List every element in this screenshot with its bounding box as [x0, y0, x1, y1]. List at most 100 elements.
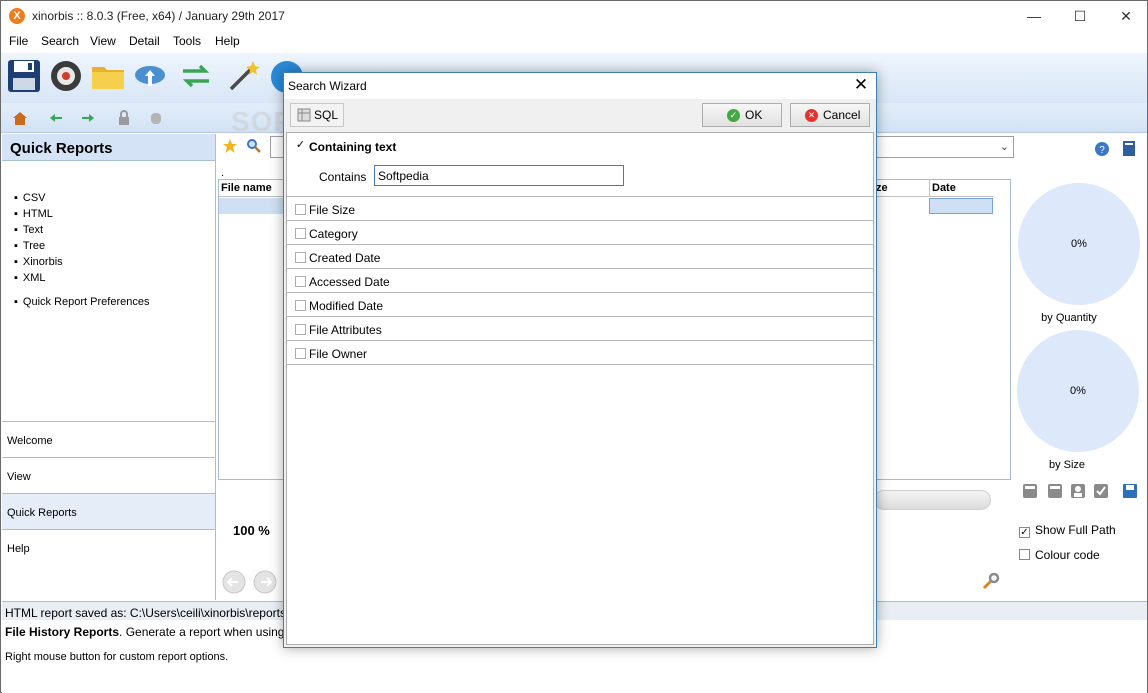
wrench-icon[interactable]	[982, 572, 1000, 590]
criteria-created-date[interactable]: Created Date	[287, 245, 873, 269]
ok-check-icon: ✓	[727, 109, 740, 122]
accessed-date-label: Accessed Date	[309, 275, 390, 289]
quantity-pie-chart: 0%	[1018, 183, 1140, 305]
containing-text-section: ✓ Containing text Contains	[287, 133, 873, 197]
file-attributes-checkbox[interactable]	[295, 324, 306, 335]
menu-detail[interactable]: Detail	[129, 34, 160, 48]
status-history-title: File History Reports	[5, 625, 120, 639]
quick-report-csv[interactable]: CSV	[14, 192, 63, 208]
containing-text-checkbox[interactable]: ✓	[295, 140, 306, 152]
accessed-date-checkbox[interactable]	[295, 276, 306, 287]
colour-code-label: Colour code	[1035, 548, 1100, 562]
status-report-saved: HTML report saved as: C:\Users\ceili\xin…	[5, 606, 285, 620]
help-circle-icon[interactable]: ?	[1094, 141, 1110, 157]
criteria-modified-date[interactable]: Modified Date	[287, 293, 873, 317]
quick-report-text[interactable]: Text	[14, 224, 63, 240]
file-attributes-label: File Attributes	[309, 323, 382, 337]
quick-report-html[interactable]: HTML	[14, 208, 63, 224]
window-title: xinorbis :: 8.0.3 (Free, x64) / January …	[32, 9, 285, 23]
menu-help[interactable]: Help	[215, 34, 240, 48]
quantity-pie-caption: by Quantity	[1041, 312, 1097, 324]
menu-file[interactable]: File	[9, 34, 28, 48]
modified-date-label: Modified Date	[309, 299, 384, 313]
file-size-label: File Size	[309, 203, 356, 217]
app-logo-icon: X	[9, 8, 25, 24]
scan-icon[interactable]	[48, 58, 84, 94]
folder-icon[interactable]	[90, 58, 126, 94]
menu-view[interactable]: View	[90, 34, 116, 48]
sql-button[interactable]: SQL	[290, 103, 344, 127]
cancel-x-icon: ✕	[805, 109, 818, 122]
show-full-path-label: Show Full Path	[1035, 523, 1116, 537]
calculator-icon[interactable]	[1022, 483, 1038, 499]
search-wizard-dialog: Search Wizard ✕ SQL ✓ OK ✕ Cancel ✓ Cont…	[283, 72, 877, 648]
star-icon[interactable]	[222, 138, 238, 154]
close-window-button[interactable]: ✕	[1103, 1, 1148, 31]
dialog-title: Search Wizard	[288, 79, 367, 93]
created-date-checkbox[interactable]	[295, 252, 306, 263]
grid-icon[interactable]	[1047, 483, 1063, 499]
table-row-date-cell[interactable]	[929, 198, 993, 214]
column-header-date[interactable]: Date	[929, 180, 993, 197]
dialog-close-icon[interactable]: ✕	[852, 76, 870, 94]
magnifier-icon[interactable]	[246, 138, 262, 154]
modified-date-checkbox[interactable]	[295, 300, 306, 311]
file-size-checkbox[interactable]	[295, 204, 306, 215]
criteria-file-owner[interactable]: File Owner	[287, 341, 873, 365]
colour-code-option[interactable]: Colour code	[1019, 548, 1100, 562]
file-owner-checkbox[interactable]	[295, 348, 306, 359]
cloud-upload-icon[interactable]	[132, 58, 168, 94]
quick-report-tree[interactable]: Tree	[14, 240, 63, 256]
dialog-title-bar: Search Wizard ✕	[284, 73, 876, 99]
show-full-path-option[interactable]: ✓ Show Full Path	[1019, 523, 1116, 538]
sync-icon[interactable]	[178, 58, 214, 94]
maximize-button[interactable]: ☐	[1057, 1, 1103, 31]
user-icon[interactable]	[1070, 483, 1086, 499]
nav-help[interactable]: Help	[2, 529, 215, 565]
svg-text:?: ?	[1099, 145, 1105, 156]
menu-search[interactable]: Search	[41, 34, 79, 48]
chevron-down-icon[interactable]: ⌄	[1000, 140, 1009, 153]
criteria-accessed-date[interactable]: Accessed Date	[287, 269, 873, 293]
category-label: Category	[309, 227, 358, 241]
menu-tools[interactable]: Tools	[173, 34, 201, 48]
ok-button[interactable]: ✓ OK	[702, 103, 782, 127]
status-history-text: . Generate a report when using Fol	[119, 625, 285, 639]
disk-save-icon[interactable]	[1122, 483, 1138, 499]
home-icon[interactable]	[12, 110, 28, 126]
nav-welcome[interactable]: Welcome	[2, 421, 215, 457]
magic-wand-icon[interactable]	[225, 58, 261, 94]
title-bar: X xinorbis :: 8.0.3 (Free, x64) / Januar…	[1, 1, 1147, 32]
show-full-path-checkbox[interactable]: ✓	[1019, 527, 1030, 538]
cancel-button[interactable]: ✕ Cancel	[790, 103, 870, 127]
quick-report-preferences[interactable]: Quick Report Preferences	[14, 296, 150, 308]
book-icon[interactable]	[1122, 140, 1136, 157]
minimize-button[interactable]: —	[1011, 1, 1057, 31]
criteria-category[interactable]: Category	[287, 221, 873, 245]
app-window: X xinorbis :: 8.0.3 (Free, x64) / Januar…	[0, 0, 1148, 693]
checkmark-icon[interactable]	[1093, 483, 1109, 499]
criteria-file-attributes[interactable]: File Attributes	[287, 317, 873, 341]
lock-icon[interactable]	[116, 110, 132, 126]
size-pie-caption: by Size	[1048, 459, 1086, 471]
forward-arrow-icon[interactable]	[80, 110, 96, 126]
file-owner-label: File Owner	[309, 347, 368, 361]
database-icon[interactable]	[148, 110, 164, 126]
back-arrow-icon[interactable]	[48, 110, 64, 126]
category-checkbox[interactable]	[295, 228, 306, 239]
created-date-label: Created Date	[309, 251, 381, 265]
ok-label: OK	[745, 108, 763, 122]
criteria-file-size[interactable]: File Size	[287, 197, 873, 221]
contains-input[interactable]	[374, 165, 624, 186]
progress-bar	[874, 490, 991, 510]
quick-report-xml[interactable]: XML	[14, 272, 63, 288]
colour-code-checkbox[interactable]	[1019, 549, 1030, 560]
page-nav-arrows	[222, 570, 277, 594]
save-icon[interactable]	[6, 58, 42, 94]
quick-report-xinorbis[interactable]: Xinorbis	[14, 256, 63, 272]
table-row[interactable]	[219, 198, 289, 214]
nav-view[interactable]: View	[2, 457, 215, 493]
nav-quick-reports[interactable]: Quick Reports	[2, 493, 215, 529]
column-header-size[interactable]: ze	[873, 180, 929, 197]
status-right-click-tip: Right mouse button for custom report opt…	[5, 651, 229, 663]
